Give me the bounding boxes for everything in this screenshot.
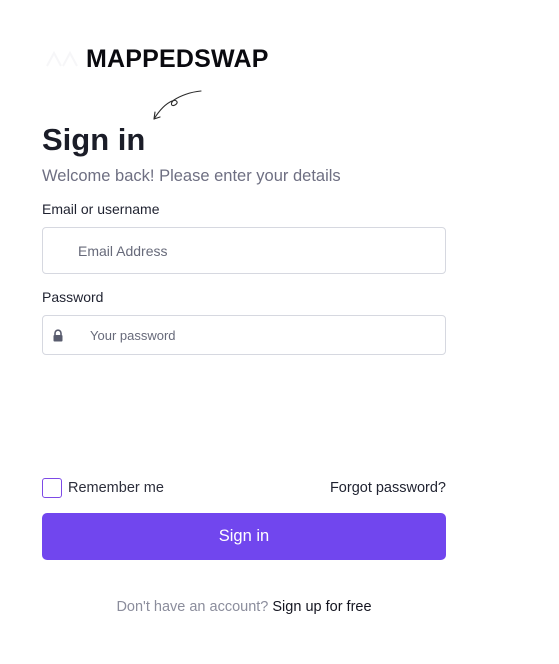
password-input[interactable] xyxy=(77,327,445,343)
page-title: Sign in xyxy=(42,122,146,157)
brand-logo: MAPPEDSWAP xyxy=(42,44,269,74)
sign-in-button[interactable]: Sign in xyxy=(42,513,446,560)
page-subtitle: Welcome back! Please enter your details xyxy=(42,167,341,185)
signup-prompt-text: Don't have an account? xyxy=(116,599,273,615)
brand-name: MAPPEDSWAP xyxy=(86,44,269,73)
remember-me-label: Remember me xyxy=(68,480,164,496)
brand-mark-icon xyxy=(42,46,82,72)
sign-up-link[interactable]: Sign up for free xyxy=(272,599,371,615)
password-label: Password xyxy=(42,289,104,305)
lock-icon xyxy=(43,316,69,354)
signin-page: MAPPEDSWAP Sign in Welcome back! Please … xyxy=(0,0,559,664)
password-field-container xyxy=(42,315,446,355)
email-label: Email or username xyxy=(42,201,160,217)
email-field-container xyxy=(42,227,446,274)
curly-arrow-icon xyxy=(150,88,204,129)
remember-me-checkbox[interactable] xyxy=(42,478,62,498)
forgot-password-link[interactable]: Forgot password? xyxy=(330,480,446,496)
signup-prompt: Don't have an account? Sign up for free xyxy=(42,599,446,615)
remember-me-toggle[interactable]: Remember me xyxy=(42,478,164,498)
email-input[interactable] xyxy=(43,242,445,259)
